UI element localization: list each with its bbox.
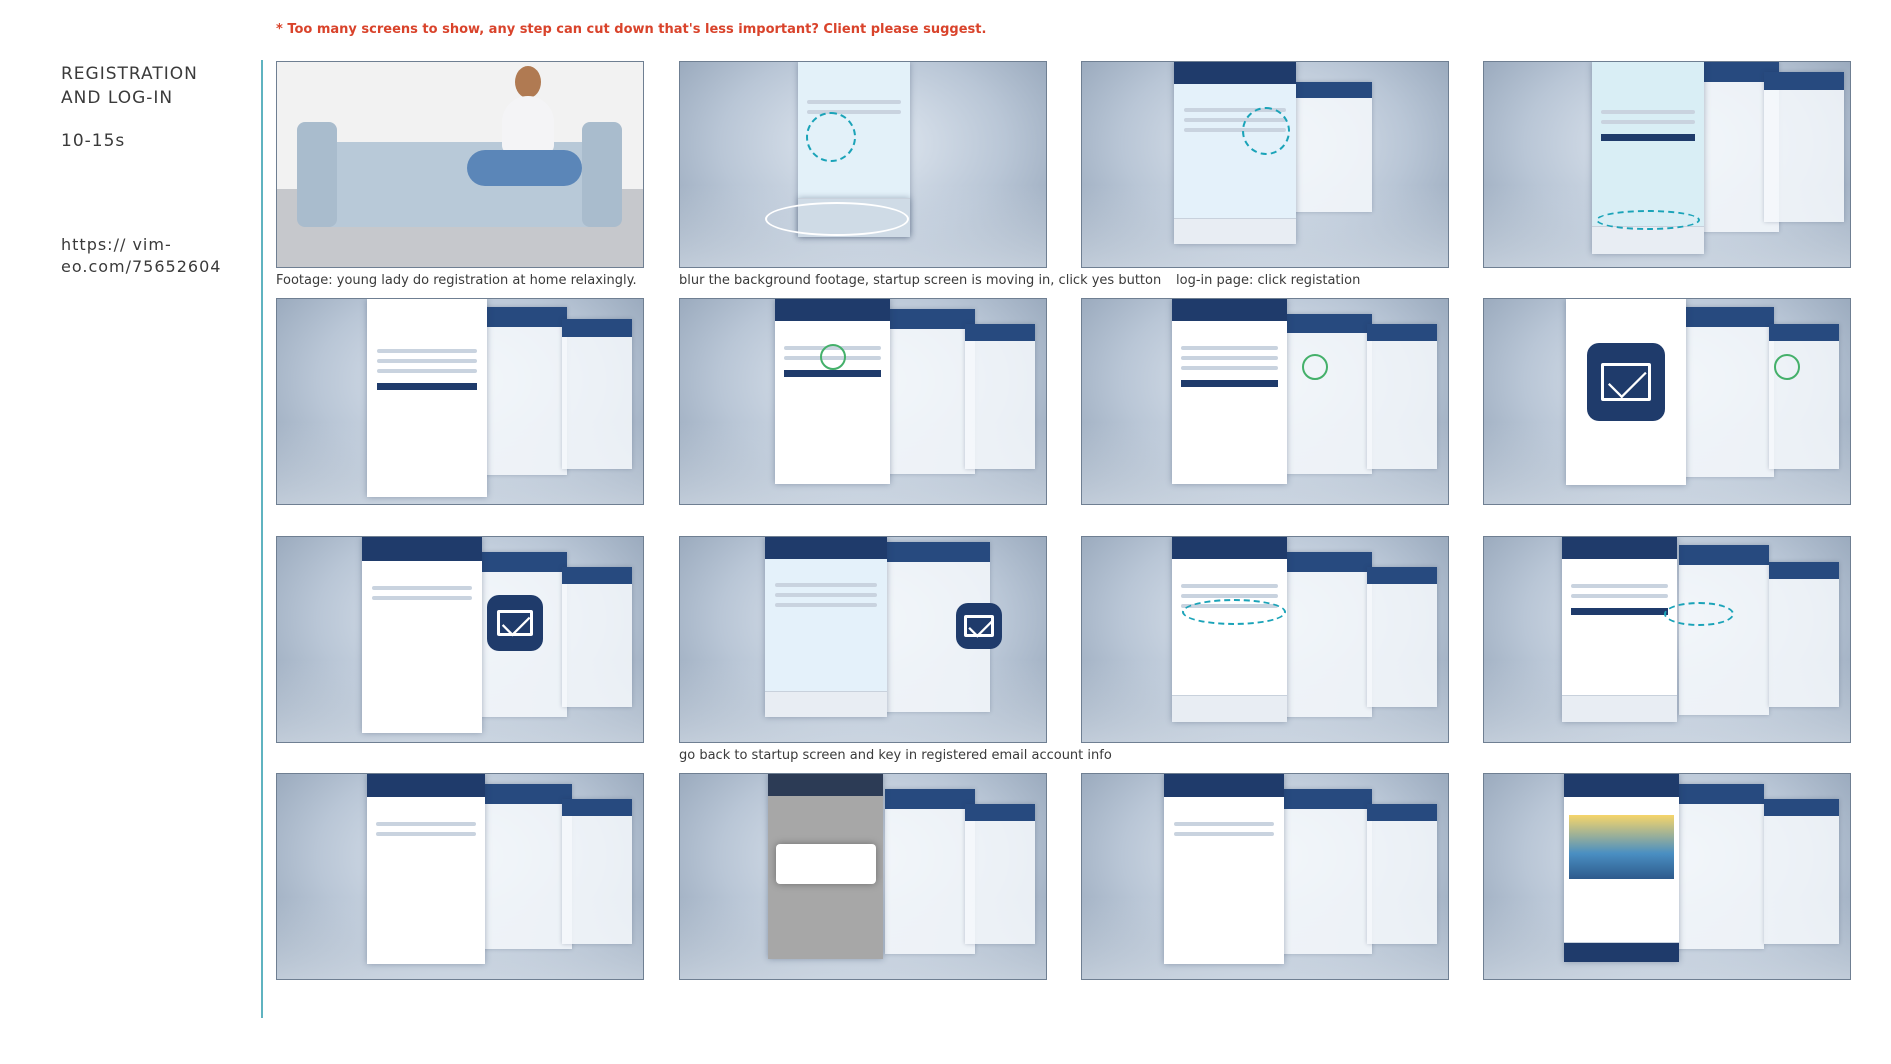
background-screen bbox=[1367, 567, 1437, 707]
background-screen bbox=[1367, 324, 1437, 469]
storyboard-frame-5 bbox=[276, 298, 644, 505]
section-title: REGISTRATION AND LOG-IN bbox=[61, 64, 198, 108]
caption-frame-3: log-in page: click registation bbox=[1176, 273, 1361, 288]
success-check-icon bbox=[1774, 354, 1800, 380]
terms-screen bbox=[367, 299, 487, 497]
background-screen bbox=[965, 324, 1035, 469]
home-banner-image bbox=[1568, 815, 1675, 880]
caption-frame-10: go back to startup screen and key in reg… bbox=[679, 748, 1112, 763]
pin-setup-screen bbox=[367, 774, 485, 964]
mail-icon bbox=[1587, 343, 1665, 421]
success-check-icon bbox=[820, 344, 846, 370]
background-screen bbox=[1367, 804, 1437, 944]
client-note: * Too many screens to show, any step can… bbox=[276, 22, 987, 37]
lady-figure-head bbox=[515, 66, 541, 98]
divider-line bbox=[261, 60, 263, 1018]
storyboard-frame-11 bbox=[1081, 536, 1449, 743]
background-screen bbox=[1287, 314, 1372, 474]
background-screen bbox=[562, 567, 632, 707]
background-screen bbox=[1282, 789, 1372, 954]
confirm-screen bbox=[775, 299, 890, 484]
home-screen bbox=[1564, 774, 1679, 962]
confirm-popup bbox=[776, 844, 876, 884]
reference-link[interactable]: https:// vim-eo.com/75652604 bbox=[61, 234, 220, 278]
storyboard-frame-9 bbox=[276, 536, 644, 743]
background-screen bbox=[885, 789, 975, 954]
yes-button-highlight bbox=[806, 112, 856, 162]
storyboard-frame-3 bbox=[1081, 61, 1449, 268]
login-screen bbox=[765, 537, 887, 717]
storyboard-frame-1 bbox=[276, 61, 644, 268]
success-check-icon bbox=[1302, 354, 1328, 380]
sofa-arm-right bbox=[582, 122, 622, 227]
storyboard-frame-6 bbox=[679, 298, 1047, 505]
storyboard-frame-7 bbox=[1081, 298, 1449, 505]
caption-frame-2: blur the background footage, startup scr… bbox=[679, 273, 1162, 288]
otp-field-highlight bbox=[1664, 602, 1734, 626]
background-screen bbox=[562, 799, 632, 944]
background-screen bbox=[1282, 552, 1372, 717]
storyboard-frame-15 bbox=[1081, 773, 1449, 980]
storyboard-frame-10 bbox=[679, 536, 1047, 743]
otp-button-highlight bbox=[1182, 599, 1286, 625]
storyboard-frame-12 bbox=[1483, 536, 1851, 743]
background-screen bbox=[1292, 82, 1372, 212]
mail-icon bbox=[956, 603, 1002, 649]
background-screen bbox=[965, 804, 1035, 944]
background-screen bbox=[1679, 545, 1769, 715]
otp-screen bbox=[1172, 537, 1287, 722]
registration-highlight bbox=[1242, 107, 1290, 155]
storyboard-frame-14 bbox=[679, 773, 1047, 980]
pin-login-screen bbox=[1164, 774, 1284, 964]
background-screen bbox=[562, 319, 632, 469]
background-screen bbox=[1764, 72, 1844, 222]
background-screen bbox=[1769, 562, 1839, 707]
background-screen bbox=[885, 309, 975, 474]
background-screen bbox=[482, 784, 572, 949]
storyboard-frame-2 bbox=[679, 61, 1047, 268]
storyboard-frame-16 bbox=[1483, 773, 1851, 980]
section-duration: 10-15s bbox=[61, 131, 126, 151]
register-button-highlight bbox=[1596, 210, 1700, 230]
mail-icon bbox=[487, 595, 543, 651]
storyboard-frame-13 bbox=[276, 773, 644, 980]
otp-entry-screen bbox=[1562, 537, 1677, 722]
caption-frame-1: Footage: young lady do registration at h… bbox=[276, 273, 637, 288]
storyboard-frame-4 bbox=[1483, 61, 1851, 268]
lady-figure-jeans bbox=[467, 150, 582, 186]
lady-figure-top bbox=[502, 96, 554, 154]
sofa-arm-left bbox=[297, 122, 337, 227]
register-details-screen bbox=[1172, 299, 1287, 484]
background-screen bbox=[1674, 784, 1764, 949]
email-verify-screen bbox=[362, 537, 482, 733]
storyboard-frame-8 bbox=[1483, 298, 1851, 505]
background-screen bbox=[1769, 324, 1839, 469]
background-screen bbox=[482, 307, 567, 475]
motion-path bbox=[765, 202, 909, 236]
background-screen bbox=[1684, 307, 1774, 477]
login-screen bbox=[1174, 62, 1296, 244]
background-screen bbox=[1764, 799, 1839, 944]
